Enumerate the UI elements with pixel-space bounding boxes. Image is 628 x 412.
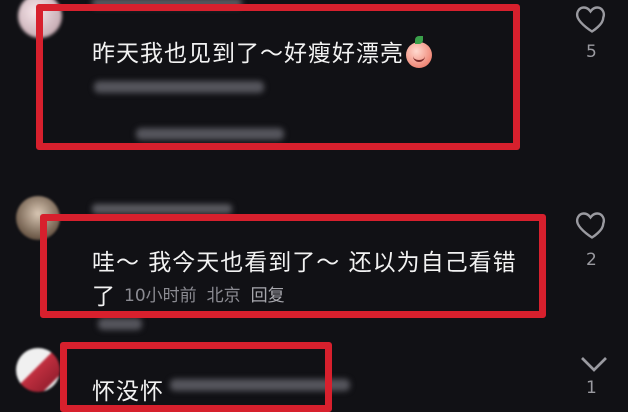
comment-item: 昨天我也见到了～好瘦好漂亮 5: [0, 0, 628, 170]
avatar[interactable]: [16, 348, 60, 392]
username-blurred[interactable]: [92, 204, 232, 214]
heart-icon[interactable]: [574, 0, 610, 36]
expand-replies-blurred[interactable]: [98, 318, 142, 330]
heart-icon[interactable]: [574, 206, 610, 242]
chevron-down-icon[interactable]: [576, 346, 612, 382]
like-count: 5: [586, 42, 597, 62]
highlight-frame: [60, 342, 332, 412]
highlight-frame: [36, 4, 520, 150]
highlight-frame: [40, 214, 546, 318]
like-count: 2: [586, 250, 597, 270]
like-count: 1: [586, 378, 597, 398]
